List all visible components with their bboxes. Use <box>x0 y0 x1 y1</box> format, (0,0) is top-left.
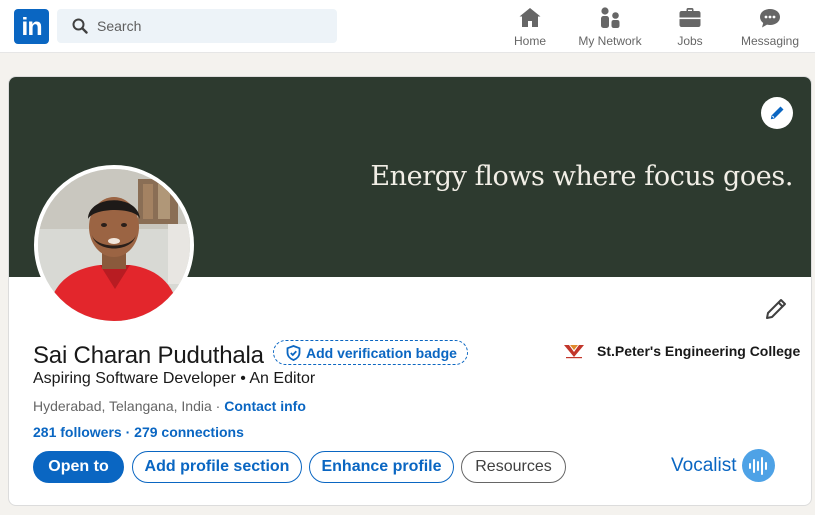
add-profile-section-button[interactable]: Add profile section <box>132 451 302 483</box>
vocalist-label: Vocalist <box>671 454 737 476</box>
followers-link[interactable]: 281 followers <box>33 424 122 440</box>
location-separator: · <box>211 398 225 414</box>
education-link[interactable]: St.Peter's Engineering College <box>563 343 800 359</box>
top-nav-bar: in Home My Network Jobs <box>0 0 815 53</box>
profile-location-row: Hyderabad, Telangana, India · Contact in… <box>33 398 306 414</box>
nav-home-label: Home <box>513 34 546 48</box>
profile-photo-image <box>38 169 190 321</box>
profile-card: Energy flows where focus goes. Sai Chara… <box>8 76 812 506</box>
pencil-icon <box>770 106 784 120</box>
stats-separator: · <box>121 424 135 440</box>
nav-jobs[interactable]: Jobs <box>672 6 708 50</box>
my-network-icon <box>601 7 620 28</box>
nav-messaging-label: Messaging <box>740 34 800 48</box>
contact-info-link[interactable]: Contact info <box>224 398 306 414</box>
home-icon <box>519 8 541 27</box>
college-name: St.Peter's Engineering College <box>597 343 801 359</box>
verification-badge-label: Add verification badge <box>306 344 457 361</box>
banner-quote: Energy flows where focus goes. <box>370 161 793 192</box>
pencil-icon <box>766 299 786 319</box>
nav-jobs-label: Jobs <box>677 34 703 48</box>
enhance-profile-button[interactable]: Enhance profile <box>309 451 454 483</box>
college-logo-icon <box>564 345 584 359</box>
search-input[interactable] <box>97 9 327 43</box>
shield-check-icon <box>286 344 301 361</box>
add-verification-badge-button[interactable]: Add verification badge <box>273 340 468 365</box>
profile-location: Hyderabad, Telangana, India <box>33 398 212 414</box>
soundwave-icon <box>742 449 776 482</box>
vocalist-button[interactable]: Vocalist <box>671 449 776 482</box>
linkedin-logo[interactable]: in <box>14 9 49 44</box>
nav-home[interactable]: Home <box>510 6 550 50</box>
edit-banner-button[interactable] <box>761 97 793 129</box>
profile-headline: Aspiring Software Developer • An Editor <box>33 370 316 387</box>
search-bar[interactable] <box>57 9 337 43</box>
messaging-icon <box>760 9 780 28</box>
search-icon <box>72 18 88 34</box>
nav-my-network[interactable]: My Network <box>575 6 645 50</box>
profile-name: Sai Charan Puduthala <box>33 342 264 369</box>
nav-my-network-label: My Network <box>578 34 642 48</box>
edit-profile-button[interactable] <box>764 297 788 321</box>
connections-link[interactable]: 279 connections <box>134 424 244 440</box>
briefcase-icon <box>679 8 701 27</box>
open-to-button[interactable]: Open to <box>33 451 124 483</box>
profile-stats: 281 followers · 279 connections <box>33 424 244 440</box>
resources-button[interactable]: Resources <box>461 451 566 483</box>
profile-photo[interactable] <box>34 165 194 325</box>
nav-messaging[interactable]: Messaging <box>738 6 802 50</box>
